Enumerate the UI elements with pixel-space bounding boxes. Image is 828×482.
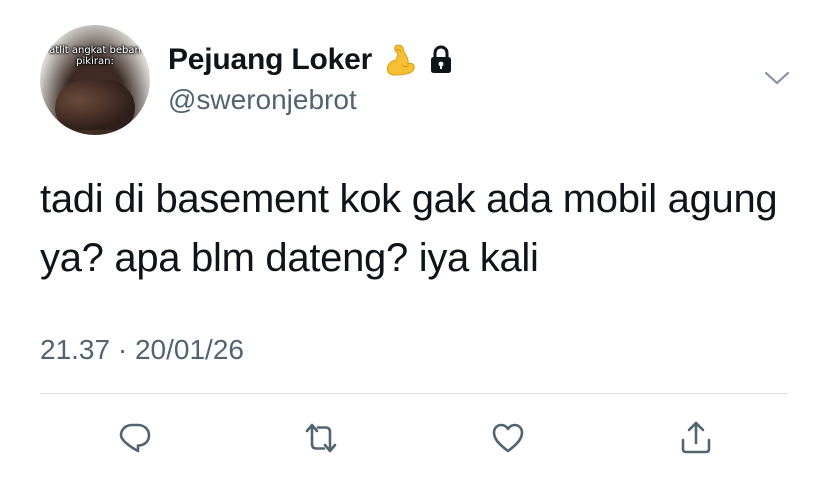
share-icon	[681, 421, 711, 454]
meta-separator: ·	[117, 334, 128, 365]
reply-button[interactable]	[115, 418, 155, 458]
tweet-time: 21.37	[40, 334, 111, 365]
divider	[40, 393, 788, 394]
share-button[interactable]	[676, 418, 716, 458]
avatar[interactable]: atlit angkat beban pikiran:	[40, 25, 150, 135]
author-row: Pejuang Loker	[168, 40, 454, 80]
avatar-caption: atlit angkat beban pikiran:	[49, 45, 141, 67]
author-handle[interactable]: @sweronjebrot	[168, 84, 357, 116]
flexed-biceps-icon	[387, 44, 415, 76]
like-button[interactable]	[488, 418, 528, 458]
lock-icon	[431, 45, 452, 73]
retweet-button[interactable]	[301, 418, 341, 458]
display-name[interactable]: Pejuang Loker	[168, 43, 372, 77]
tweet-timestamp[interactable]: 21.37 · 20/01/26	[40, 334, 244, 366]
retweet-icon	[305, 423, 337, 453]
heart-icon	[492, 423, 524, 453]
avatar-photo	[55, 80, 135, 130]
reply-icon	[119, 423, 151, 453]
chevron-down-icon[interactable]	[764, 70, 790, 86]
tweet-text: tadi di basement kok gak ada mobil agung…	[40, 177, 778, 280]
tweet-date: 20/01/26	[134, 334, 244, 365]
